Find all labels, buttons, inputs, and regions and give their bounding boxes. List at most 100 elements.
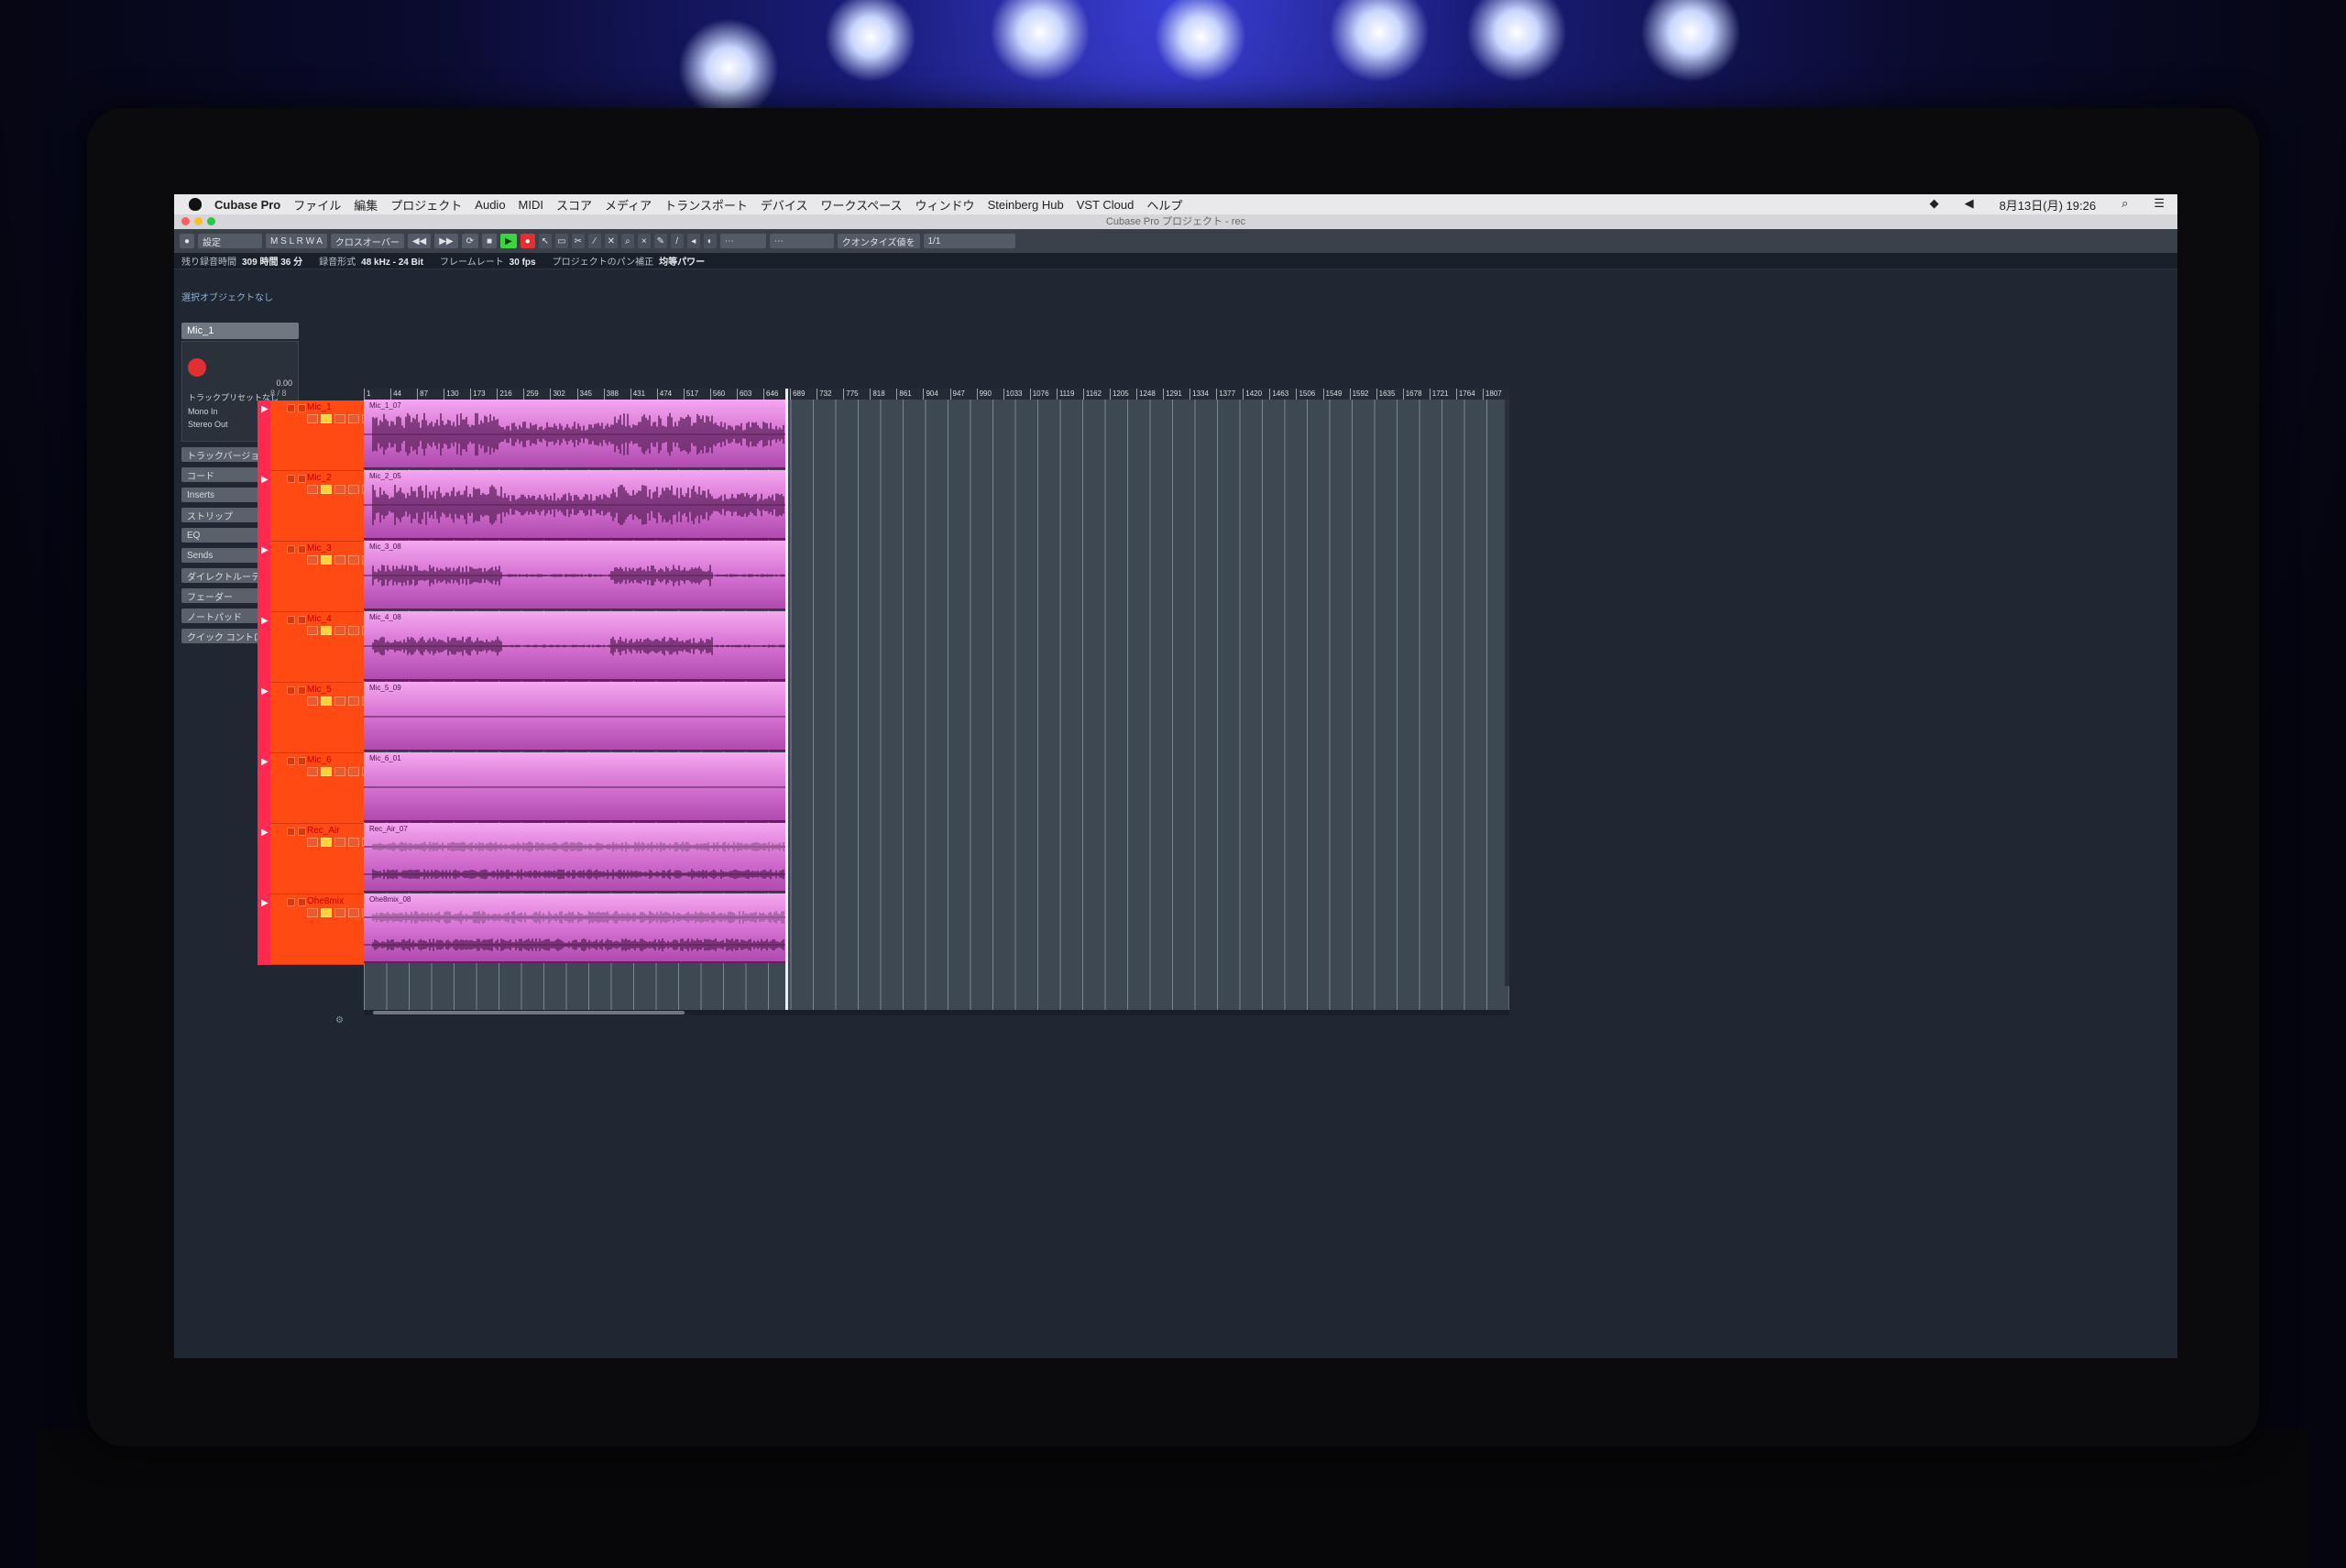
audio-event[interactable]: Mic_6_01 bbox=[364, 752, 785, 822]
rewind-button[interactable]: ◀◀ bbox=[407, 234, 432, 248]
audio-event[interactable]: Mic_2_05 bbox=[364, 470, 785, 540]
play-button[interactable]: ▶ bbox=[500, 234, 517, 248]
track-name[interactable]: Mic_5 bbox=[307, 685, 332, 695]
mute-button[interactable] bbox=[287, 898, 295, 906]
write-button[interactable] bbox=[348, 555, 359, 565]
horizontal-scrollbar[interactable] bbox=[364, 1010, 1509, 1015]
touch-mode-select[interactable]: 設定 bbox=[198, 234, 263, 248]
track-name[interactable]: Mic_1 bbox=[307, 402, 332, 412]
read-button[interactable] bbox=[334, 696, 345, 706]
menu-media[interactable]: メディア bbox=[605, 196, 652, 214]
read-button[interactable] bbox=[334, 767, 345, 776]
inspector-value[interactable]: 0.00 bbox=[182, 377, 298, 389]
quantize-select[interactable]: クオンタイズ値を bbox=[837, 234, 920, 248]
audio-event[interactable]: Mic_5_09 bbox=[364, 682, 785, 751]
mute-button[interactable] bbox=[287, 616, 295, 624]
record-arm-button[interactable] bbox=[307, 414, 318, 423]
audio-event[interactable]: Mic_4_08 bbox=[364, 611, 785, 681]
menu-app[interactable]: Cubase Pro bbox=[214, 198, 280, 212]
track-name[interactable]: Ohe8mix bbox=[307, 896, 344, 906]
mute-button[interactable] bbox=[287, 404, 295, 412]
mute-solo-buttons[interactable] bbox=[287, 686, 306, 695]
menu-help[interactable]: ヘルプ bbox=[1146, 196, 1182, 214]
record-arm-button[interactable] bbox=[307, 696, 318, 706]
mute-solo-buttons[interactable] bbox=[287, 828, 306, 836]
expand-triangle-icon[interactable]: ▶ bbox=[261, 475, 269, 485]
write-button[interactable] bbox=[348, 485, 359, 494]
track-name[interactable]: Mic_2 bbox=[307, 473, 332, 483]
grid-select[interactable]: ⋯ bbox=[769, 234, 834, 248]
mute-solo-buttons[interactable] bbox=[287, 545, 306, 554]
mute-button[interactable] bbox=[287, 475, 295, 483]
zoom-icon[interactable] bbox=[207, 217, 215, 225]
solo-button[interactable] bbox=[298, 757, 306, 765]
record-arm-button[interactable] bbox=[307, 626, 318, 635]
audio-event[interactable]: Mic_1_07 bbox=[364, 400, 785, 469]
zoom-tool-icon[interactable]: ⌕ bbox=[620, 234, 634, 248]
rec-format-info[interactable]: 録音形式 48 kHz - 24 Bit bbox=[319, 254, 423, 268]
search-icon[interactable]: ⌕ bbox=[2121, 196, 2128, 214]
mute-button[interactable] bbox=[287, 545, 295, 554]
expand-triangle-icon[interactable]: ▶ bbox=[261, 686, 269, 696]
color-tool-icon[interactable]: ◐ bbox=[703, 234, 717, 248]
monitor-button[interactable] bbox=[321, 908, 332, 917]
draw-tool-icon[interactable]: ✎ bbox=[653, 234, 667, 248]
monitor-button[interactable] bbox=[321, 767, 332, 776]
solo-button[interactable] bbox=[298, 475, 306, 483]
monitor-button[interactable] bbox=[321, 838, 332, 847]
menu-project[interactable]: プロジェクト bbox=[390, 196, 462, 214]
wifi-icon[interactable]: ◆ bbox=[1930, 196, 1939, 214]
solo-button[interactable] bbox=[298, 545, 306, 554]
record-arm-button[interactable] bbox=[307, 767, 318, 776]
record-arm-button[interactable] bbox=[307, 555, 318, 565]
read-button[interactable] bbox=[334, 626, 345, 635]
scroll-thumb[interactable] bbox=[373, 1011, 685, 1014]
mute-solo-buttons[interactable] bbox=[287, 404, 306, 412]
audio-event[interactable]: Rec_Air_07 bbox=[364, 823, 785, 893]
playhead-cursor[interactable] bbox=[785, 389, 788, 1014]
record-arm-button[interactable] bbox=[307, 908, 318, 917]
mute-button[interactable] bbox=[287, 828, 295, 836]
inspector-track-name[interactable]: Mic_1 bbox=[181, 323, 299, 339]
audio-event[interactable]: Ohe8mix_08 bbox=[364, 894, 785, 963]
track-name[interactable]: Mic_6 bbox=[307, 755, 332, 765]
menu-midi[interactable]: MIDI bbox=[519, 198, 543, 212]
record-arm-button[interactable] bbox=[307, 485, 318, 494]
monitor-button[interactable] bbox=[321, 414, 332, 423]
read-button[interactable] bbox=[334, 908, 345, 917]
write-button[interactable] bbox=[348, 696, 359, 706]
read-button[interactable] bbox=[334, 414, 345, 423]
volume-icon[interactable]: ◀ bbox=[1965, 196, 1974, 214]
menu-workspace[interactable]: ワークスペース bbox=[820, 196, 902, 214]
track-name[interactable]: Mic_4 bbox=[307, 614, 332, 624]
project-activate-button[interactable]: ● bbox=[180, 234, 195, 248]
monitor-button[interactable] bbox=[321, 485, 332, 494]
erase-tool-icon[interactable]: ✕ bbox=[604, 234, 618, 248]
mute-button[interactable] bbox=[287, 757, 295, 765]
track-name[interactable]: Mic_3 bbox=[307, 543, 332, 554]
record-button[interactable]: ● bbox=[520, 234, 535, 248]
forward-button[interactable]: ▶▶ bbox=[434, 234, 458, 248]
write-button[interactable] bbox=[348, 767, 359, 776]
crossover-select[interactable]: クロスオーバー bbox=[330, 234, 404, 248]
menubar-clock[interactable]: 8月13日(月) 19:26 bbox=[2000, 196, 2097, 214]
solo-button[interactable] bbox=[298, 616, 306, 624]
cycle-button[interactable]: ⟳ bbox=[461, 234, 478, 248]
write-button[interactable] bbox=[348, 414, 359, 423]
stop-button[interactable]: ■ bbox=[482, 234, 498, 248]
mute-button[interactable] bbox=[287, 686, 295, 695]
object-select-tool-icon[interactable]: ↖ bbox=[538, 234, 552, 248]
write-button[interactable] bbox=[348, 838, 359, 847]
quantize-value-select[interactable]: 1/1 bbox=[923, 234, 1015, 248]
list-icon[interactable]: ☰ bbox=[2154, 196, 2165, 214]
vertical-scrollbar[interactable] bbox=[1505, 400, 1509, 986]
read-button[interactable] bbox=[334, 838, 345, 847]
monitor-button[interactable] bbox=[321, 696, 332, 706]
menu-vst-cloud[interactable]: VST Cloud bbox=[1077, 198, 1135, 212]
expand-triangle-icon[interactable]: ▶ bbox=[261, 898, 269, 908]
expand-triangle-icon[interactable]: ▶ bbox=[261, 616, 269, 626]
apple-icon[interactable] bbox=[189, 198, 202, 211]
read-button[interactable] bbox=[334, 555, 345, 565]
record-enable-icon[interactable] bbox=[188, 358, 206, 377]
close-icon[interactable] bbox=[181, 217, 190, 225]
